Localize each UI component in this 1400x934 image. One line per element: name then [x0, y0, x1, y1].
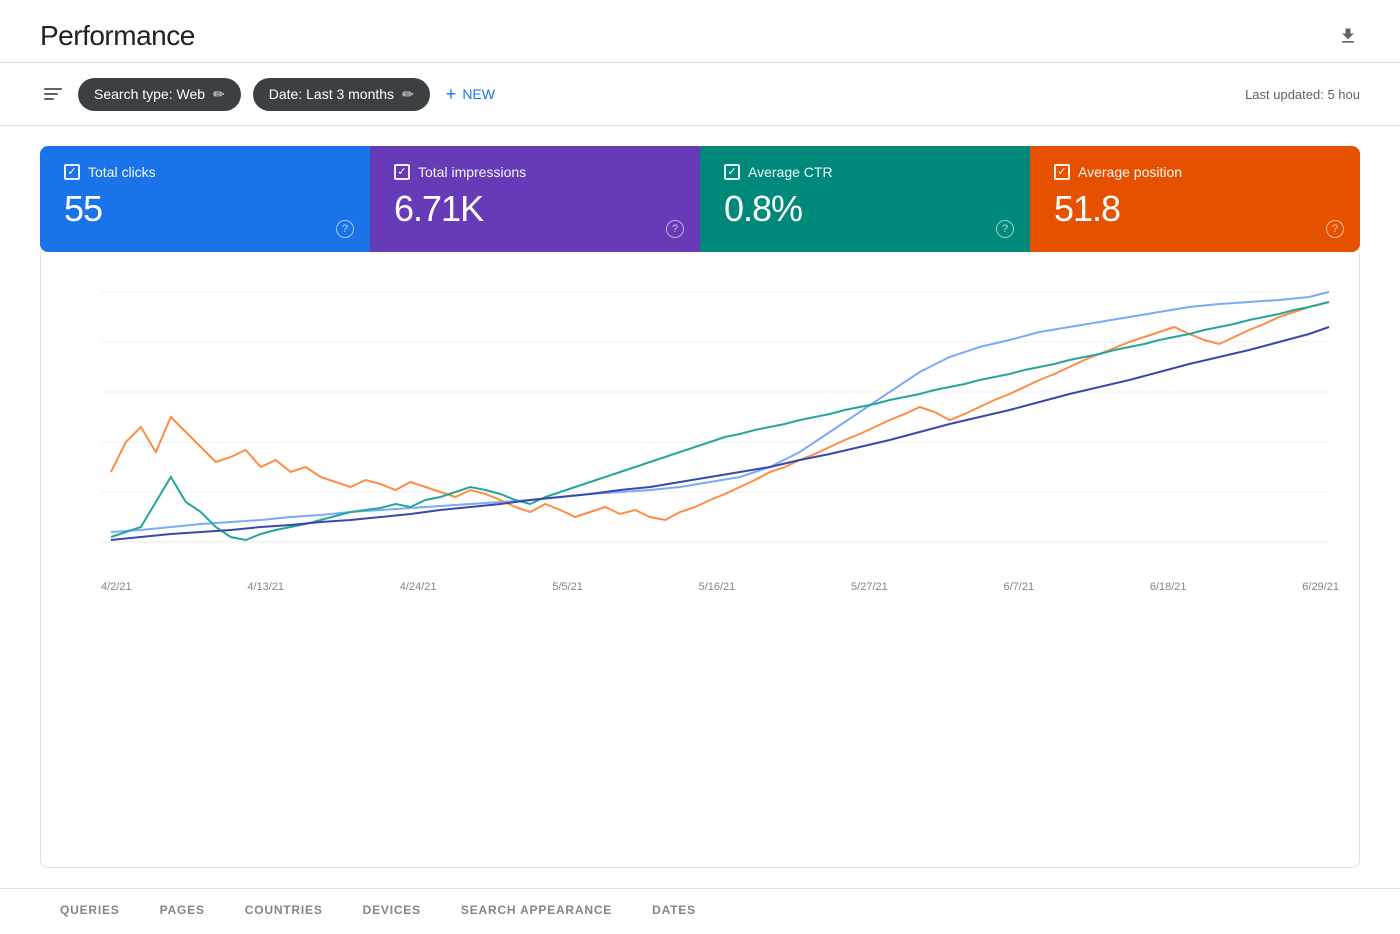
x-axis-labels: 4/2/21 4/13/21 4/24/21 5/5/21 5/16/21 5/…: [61, 577, 1339, 593]
metric-label-position: Average position: [1078, 164, 1182, 180]
x-label-1: 4/13/21: [247, 581, 284, 593]
tab-devices[interactable]: DEVICES: [343, 889, 441, 934]
metric-card-header-impressions: Total impressions: [394, 164, 676, 180]
metric-checkbox-position[interactable]: [1054, 164, 1070, 180]
x-label-6: 6/7/21: [1004, 581, 1035, 593]
plus-icon: +: [446, 85, 457, 103]
metric-card-header-position: Average position: [1054, 164, 1336, 180]
metric-label-impressions: Total impressions: [418, 164, 526, 180]
date-label: Date: Last 3 months: [269, 86, 394, 102]
search-type-label: Search type: Web: [94, 86, 205, 102]
metric-checkbox-clicks[interactable]: [64, 164, 80, 180]
metric-checkbox-ctr[interactable]: [724, 164, 740, 180]
metric-help-clicks[interactable]: ?: [336, 220, 354, 238]
search-type-filter[interactable]: Search type: Web ✏: [78, 78, 241, 111]
metric-label-clicks: Total clicks: [88, 164, 156, 180]
x-label-0: 4/2/21: [101, 581, 132, 593]
edit-search-type-icon: ✏: [213, 86, 225, 103]
tab-dates[interactable]: DATES: [632, 889, 716, 934]
bottom-tabs: QUERIES PAGES COUNTRIES DEVICES SEARCH A…: [0, 888, 1400, 934]
metric-card-impressions[interactable]: Total impressions 6.71K ?: [370, 146, 700, 252]
x-label-7: 6/18/21: [1150, 581, 1187, 593]
tab-pages[interactable]: PAGES: [140, 889, 225, 934]
header: Performance: [0, 0, 1400, 63]
metric-value-position: 51.8: [1054, 188, 1336, 230]
main-content: Total clicks 55 ? Total impressions 6.71…: [0, 126, 1400, 888]
metric-value-clicks: 55: [64, 188, 346, 230]
date-filter[interactable]: Date: Last 3 months ✏: [253, 78, 430, 111]
filter-icon[interactable]: [40, 84, 66, 104]
tab-countries[interactable]: COUNTRIES: [225, 889, 343, 934]
metric-checkbox-impressions[interactable]: [394, 164, 410, 180]
metric-label-ctr: Average CTR: [748, 164, 833, 180]
metric-card-header-ctr: Average CTR: [724, 164, 1006, 180]
metric-card-position[interactable]: Average position 51.8 ?: [1030, 146, 1360, 252]
x-label-4: 5/16/21: [699, 581, 736, 593]
toolbar: Search type: Web ✏ Date: Last 3 months ✏…: [0, 63, 1400, 126]
metric-card-clicks[interactable]: Total clicks 55 ?: [40, 146, 370, 252]
metric-help-position[interactable]: ?: [1326, 220, 1344, 238]
tab-search-appearance[interactable]: SEARCH APPEARANCE: [441, 889, 632, 934]
x-label-2: 4/24/21: [400, 581, 437, 593]
metric-card-header-clicks: Total clicks: [64, 164, 346, 180]
metric-card-ctr[interactable]: Average CTR 0.8% ?: [700, 146, 1030, 252]
metric-cards: Total clicks 55 ? Total impressions 6.71…: [40, 146, 1360, 252]
page-title: Performance: [40, 20, 195, 52]
page-container: Performance Search type: Web ✏ Date: Las…: [0, 0, 1400, 934]
download-icon[interactable]: [1336, 24, 1360, 48]
performance-chart: [61, 272, 1339, 572]
tab-queries[interactable]: QUERIES: [40, 889, 140, 934]
x-label-8: 6/29/21: [1302, 581, 1339, 593]
edit-date-icon: ✏: [402, 86, 414, 103]
metric-value-impressions: 6.71K: [394, 188, 676, 230]
metric-help-ctr[interactable]: ?: [996, 220, 1014, 238]
metric-help-impressions[interactable]: ?: [666, 220, 684, 238]
new-button-label: NEW: [462, 86, 495, 102]
chart-container: 4/2/21 4/13/21 4/24/21 5/5/21 5/16/21 5/…: [40, 252, 1360, 868]
x-label-3: 5/5/21: [552, 581, 583, 593]
x-label-5: 5/27/21: [851, 581, 888, 593]
metric-value-ctr: 0.8%: [724, 188, 1006, 230]
last-updated-text: Last updated: 5 hou: [1245, 87, 1360, 102]
new-filter-button[interactable]: + NEW: [442, 77, 499, 111]
